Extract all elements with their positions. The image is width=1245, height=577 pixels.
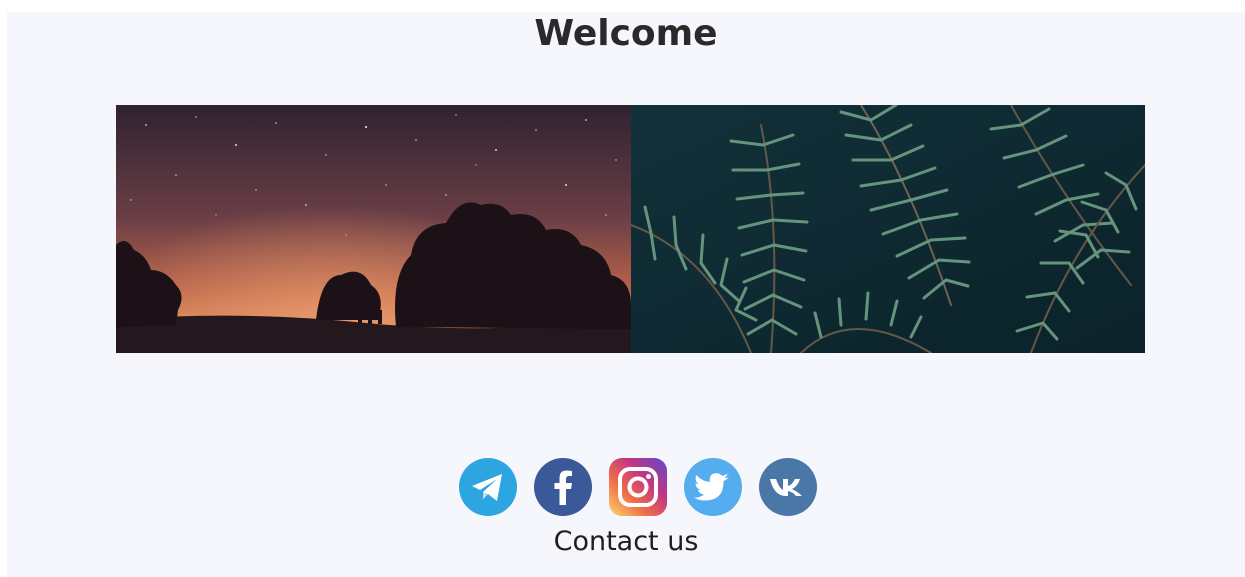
- instagram-icon[interactable]: [608, 457, 668, 517]
- page-container: Welcome Contact us: [7, 12, 1245, 577]
- twitter-icon[interactable]: [683, 457, 743, 517]
- contact-us-label[interactable]: Contact us: [7, 525, 1245, 559]
- vk-icon[interactable]: [758, 457, 818, 517]
- telegram-icon[interactable]: [458, 457, 518, 517]
- facebook-icon[interactable]: [533, 457, 593, 517]
- image-gallery: [116, 105, 1145, 353]
- fern-leaves-photo: [631, 105, 1145, 353]
- page-title: Welcome: [534, 13, 718, 54]
- night-sky-trees-photo: [116, 105, 631, 353]
- social-links: [458, 457, 818, 517]
